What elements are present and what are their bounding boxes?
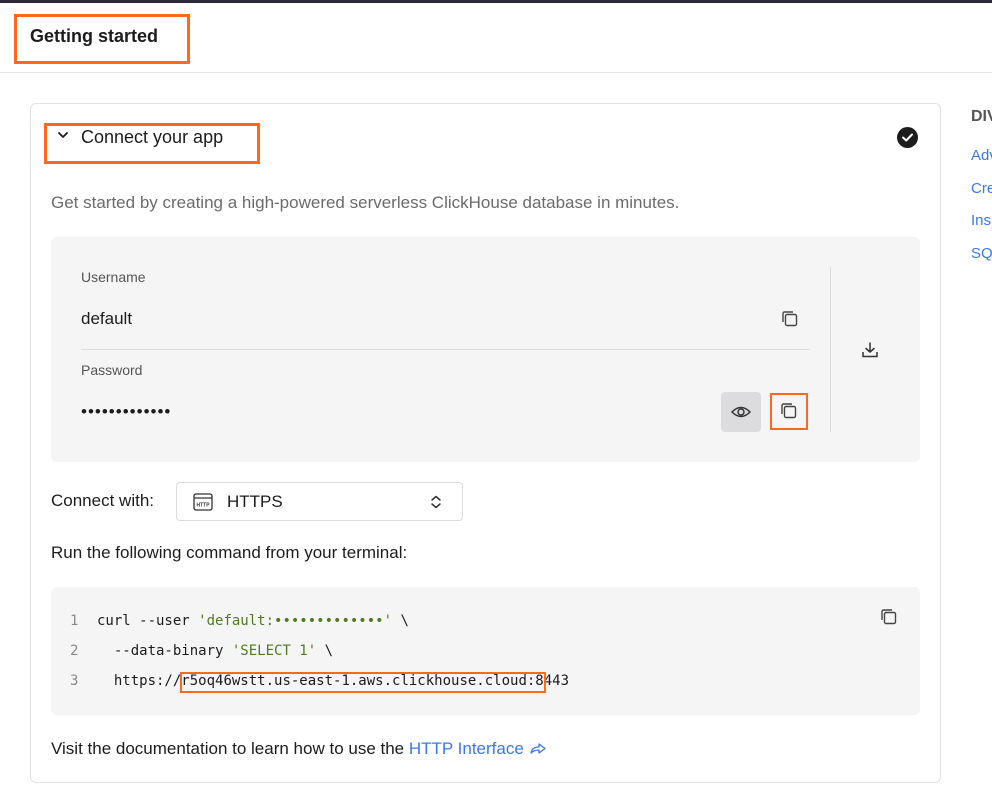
code-line: --data-binary 'SELECT 1' \ <box>97 643 334 659</box>
password-value: ••••••••••••• <box>81 402 172 421</box>
show-password-button[interactable] <box>721 392 761 432</box>
line-number: 1 <box>70 613 79 629</box>
http-interface-link[interactable]: HTTP Interface <box>409 739 524 758</box>
password-label: Password <box>81 362 143 378</box>
line-number: 3 <box>70 673 79 689</box>
sidebar-link[interactable]: Adv <box>971 147 992 164</box>
http-icon: HTTP <box>193 493 213 511</box>
sidebar-link[interactable]: Cre <box>971 180 992 197</box>
host-highlight <box>180 672 546 693</box>
check-icon <box>897 127 918 148</box>
line-number: 2 <box>70 643 79 659</box>
sidebar-link[interactable]: SQ <box>971 245 992 262</box>
copy-code-icon[interactable] <box>877 605 901 629</box>
username-value: default <box>81 309 133 328</box>
download-icon[interactable] <box>858 338 882 362</box>
eye-icon <box>730 406 752 418</box>
copy-password-icon[interactable] <box>777 399 801 423</box>
svg-text:HTTP: HTTP <box>196 503 210 509</box>
username-label: Username <box>81 269 146 285</box>
chevron-updown-icon <box>431 495 441 509</box>
copy-icon[interactable] <box>778 307 802 331</box>
code-block: 1 curl --user 'default:•••••••••••••' \ … <box>51 587 920 715</box>
section-title[interactable]: Connect your app <box>81 127 223 148</box>
chevron-down-icon[interactable] <box>56 128 70 142</box>
credentials-vertical-divider <box>830 267 831 432</box>
terminal-instruction: Run the following command from your term… <box>51 543 408 562</box>
section-subtitle: Get started by creating a high-powered s… <box>51 193 680 212</box>
sidebar-heading: DIV <box>971 108 992 125</box>
page-title: Getting started <box>30 26 159 46</box>
credentials-divider <box>81 349 810 350</box>
connection-method-select[interactable]: HTTP HTTPS <box>176 482 463 521</box>
sidebar-link[interactable]: Ins <box>971 212 991 229</box>
docs-text: Visit the documentation to learn how to … <box>51 739 547 759</box>
code-line: curl --user 'default:•••••••••••••' \ <box>97 613 409 629</box>
connection-method-value: HTTPS <box>227 492 283 511</box>
external-link-icon[interactable] <box>529 741 547 755</box>
right-sidebar: DIV Adv Cre Ins SQ <box>960 100 992 270</box>
connect-with-label: Connect with: <box>51 491 154 510</box>
